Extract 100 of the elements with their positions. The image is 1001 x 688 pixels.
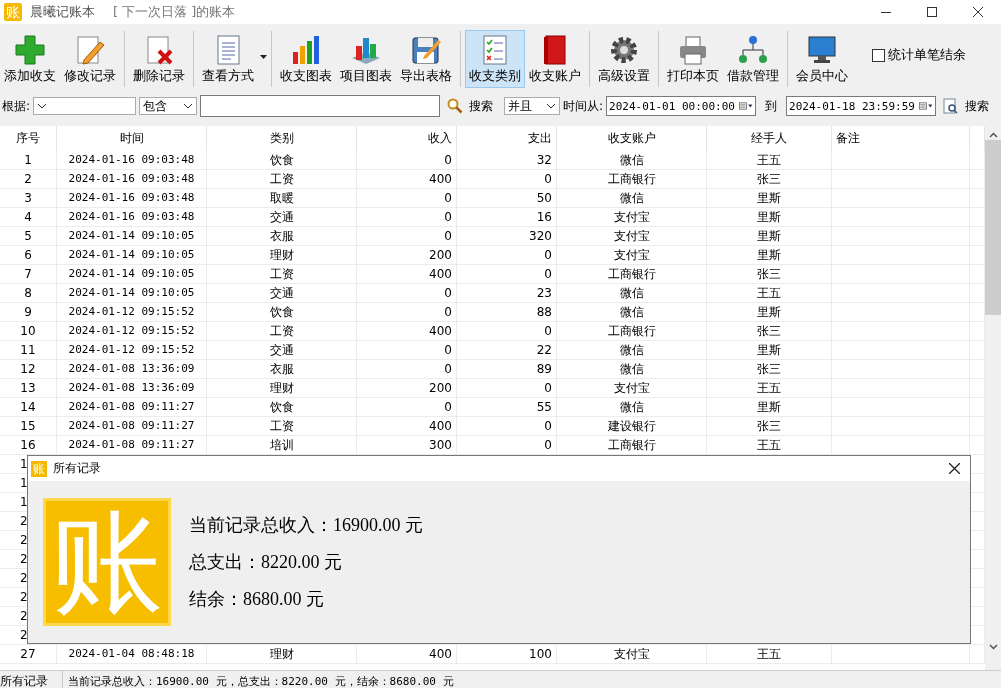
toolbar-button[interactable]: 删除记录 — [129, 30, 189, 88]
table-cell: 张三 — [707, 265, 832, 283]
table-cell: 1 — [0, 151, 57, 169]
table-cell: 理财 — [207, 379, 357, 397]
column-header[interactable]: 时间 — [57, 126, 207, 151]
table-cell: 支付宝 — [557, 246, 707, 264]
table-cell: 工商银行 — [557, 322, 707, 340]
toolbar-button[interactable]: 借款管理 — [723, 30, 783, 88]
summary-text: 总支出：8220.00 元 — [189, 551, 343, 574]
search-button[interactable]: 搜索 — [447, 97, 494, 115]
date-time-picker[interactable]: 2024-01-01 00:00:00 — [606, 96, 757, 116]
table-cell: 9 — [0, 303, 57, 321]
match-combo[interactable]: 包含 — [139, 97, 198, 115]
table-cell: 里斯 — [707, 227, 832, 245]
table-cell: 100 — [457, 645, 557, 663]
table-cell: 王五 — [707, 284, 832, 302]
calendar-icon[interactable] — [918, 100, 934, 112]
table-cell: 12 — [0, 360, 57, 378]
table-cell: 13 — [0, 379, 57, 397]
table-cell: 衣服 — [207, 360, 357, 378]
table-cell: 400 — [357, 170, 457, 188]
table-cell: 工商银行 — [557, 265, 707, 283]
table-cell: 支付宝 — [557, 227, 707, 245]
toolbar-button[interactable]: 高级设置 — [594, 30, 654, 88]
table-cell: 16 — [0, 436, 57, 454]
table-cell: 2024-01-08 13:36:09 — [57, 379, 207, 397]
table-cell: 衣服 — [207, 227, 357, 245]
search-button[interactable]: 搜索 — [943, 97, 990, 115]
table-cell: 10 — [0, 322, 57, 340]
table-cell: 里斯 — [707, 398, 832, 416]
toolbar-button[interactable]: 添加收支 — [0, 30, 60, 88]
table-cell: 交通 — [207, 284, 357, 302]
table-cell: 支付宝 — [557, 379, 707, 397]
table-cell: 300 — [357, 436, 457, 454]
table-cell: 培训 — [207, 436, 357, 454]
column-header[interactable]: 收入 — [357, 126, 457, 151]
table-cell: 0 — [457, 417, 557, 435]
column-header[interactable]: 支出 — [457, 126, 557, 151]
column-header[interactable]: 收支账户 — [557, 126, 707, 151]
toolbar-button[interactable]: 修改记录 — [60, 30, 120, 88]
table-cell: 理财 — [207, 645, 357, 663]
toolbar-button[interactable]: 导出表格 — [396, 30, 456, 88]
gear-icon — [608, 34, 640, 66]
field-combo[interactable] — [33, 97, 137, 115]
table-cell: 2024-01-14 09:10:05 — [57, 246, 207, 264]
checkbox[interactable] — [872, 48, 885, 62]
status-summary: 当前记录总收入：16900.00 元，总支出：8220.00 元，结余：8680.00 元 — [67, 673, 454, 688]
table-cell: 工资 — [207, 170, 357, 188]
toolbar-button[interactable]: 查看方式 — [198, 30, 258, 88]
caret-icon[interactable] — [260, 55, 267, 59]
table-cell: 取暖 — [207, 189, 357, 207]
toolbar-button[interactable]: 收支账户 — [525, 30, 585, 88]
table-cell: 建设银行 — [557, 417, 707, 435]
table-cell: 0 — [357, 227, 457, 245]
table-cell: 89 — [457, 360, 557, 378]
close-icon[interactable] — [973, 7, 983, 17]
printer-icon — [677, 34, 709, 66]
table-cell: 0 — [357, 151, 457, 169]
table-cell: 23 — [457, 284, 557, 302]
bar-chart-icon — [290, 34, 322, 66]
table-cell: 7 — [0, 265, 57, 283]
table-cell: 2024-01-12 09:15:52 — [57, 303, 207, 321]
column-header[interactable]: 序号 — [0, 126, 57, 151]
table-cell: 微信 — [557, 189, 707, 207]
maximize-icon[interactable] — [927, 7, 937, 17]
toolbar-button[interactable]: 打印本页 — [663, 30, 723, 88]
table-cell: 22 — [457, 341, 557, 359]
time-from-label: 时间从: — [563, 97, 604, 115]
calendar-icon[interactable] — [738, 100, 754, 112]
table-cell: 交通 — [207, 208, 357, 226]
scrollbar-thumb[interactable] — [985, 140, 1001, 315]
table-cell: 张三 — [707, 322, 832, 340]
toolbar-button[interactable]: 项目图表 — [336, 30, 396, 88]
table-cell: 0 — [357, 303, 457, 321]
toolbar-button[interactable]: 会员中心 — [792, 30, 852, 88]
scrollbar[interactable] — [985, 126, 1001, 670]
table-cell: 5 — [0, 227, 57, 245]
logic-combo[interactable]: 并且 — [504, 97, 561, 115]
toolbar-button[interactable]: 收支图表 — [276, 30, 336, 88]
table-cell: 88 — [457, 303, 557, 321]
table-cell: 里斯 — [707, 303, 832, 321]
table-cell: 27 — [0, 645, 57, 663]
column-header[interactable]: 备注 — [832, 126, 970, 151]
toolbar-button[interactable]: 收支类别 — [465, 30, 525, 88]
table-cell: 交通 — [207, 341, 357, 359]
table-cell: 饮食 — [207, 303, 357, 321]
search-field[interactable] — [200, 95, 441, 117]
table-cell: 微信 — [557, 284, 707, 302]
close-icon[interactable] — [949, 463, 960, 474]
date-time-picker[interactable]: 2024-01-18 23:59:59 — [786, 96, 937, 116]
table-cell: 6 — [0, 246, 57, 264]
column-header[interactable]: 类别 — [207, 126, 357, 151]
table-cell: 2024-01-14 09:10:05 — [57, 265, 207, 283]
search-icon — [447, 98, 464, 114]
table-cell: 工资 — [207, 322, 357, 340]
logo: 账 — [43, 498, 171, 626]
table-cell: 0 — [357, 398, 457, 416]
table-cell: 里斯 — [707, 189, 832, 207]
app-icon: 账 — [31, 460, 47, 477]
column-header[interactable]: 经手人 — [707, 126, 832, 151]
